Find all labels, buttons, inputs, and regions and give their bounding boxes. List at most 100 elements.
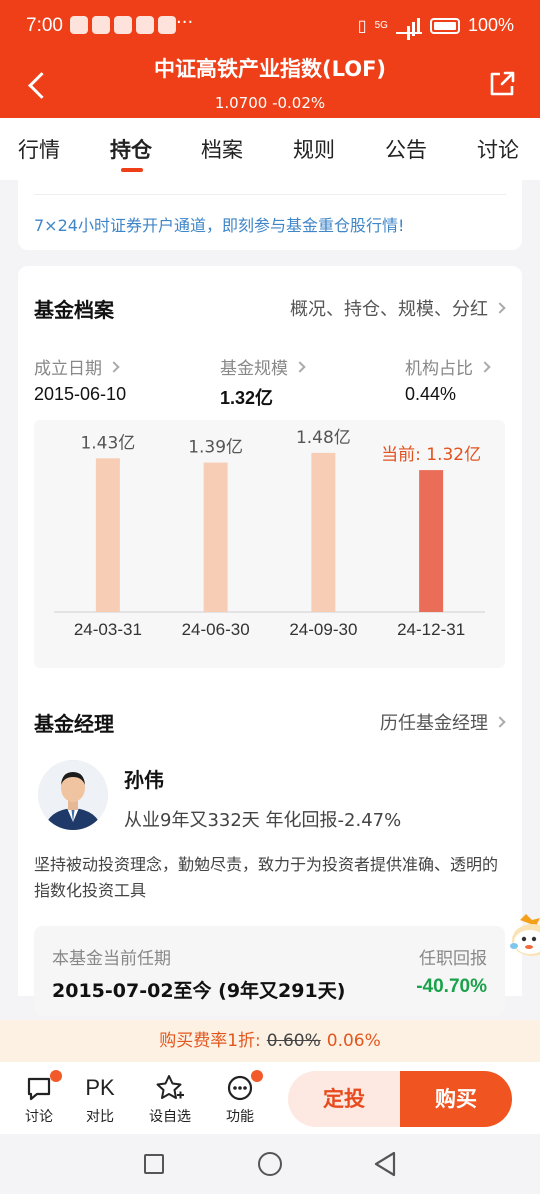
battery-percent: 100% <box>467 15 514 35</box>
share-button[interactable] <box>488 70 516 98</box>
star-plus-icon-wrap <box>145 1072 195 1104</box>
chevron-right-icon <box>294 361 306 373</box>
avatar-icon <box>38 760 108 830</box>
archive-title: 基金档案 <box>34 298 114 322</box>
chevron-right-icon <box>494 302 506 314</box>
stat-institution-label[interactable]: 机构占比 <box>405 354 491 379</box>
chat-icon <box>27 1077 51 1101</box>
more-icon <box>227 1075 253 1101</box>
tenure-return-value: -40.70% <box>416 976 487 997</box>
fee-discount-bar: 购买费率1折: 0.60% 0.06% <box>0 1020 540 1062</box>
active-tab-indicator <box>121 168 143 172</box>
chart-value-label: 1.48亿 <box>296 428 351 448</box>
status-bar: 7:00 ··· ▯ 5G 100% <box>0 0 540 52</box>
stat-institution-value: 0.44% <box>405 384 457 404</box>
archive-link-label: 概况、持仓、规模、分红 <box>290 299 488 320</box>
manager-tenure-box: 本基金当前任期 2015-07-02至今 (9年又291天) 任职回报 -40.… <box>34 926 505 1016</box>
buy-button[interactable]: 购买 <box>400 1071 512 1127</box>
chart-value-label: 1.43亿 <box>80 433 135 453</box>
divider <box>34 194 506 195</box>
manager-avatar[interactable] <box>38 760 108 830</box>
status-right: ▯ 5G 100% <box>358 15 514 36</box>
account-banner-card: 7×24小时证券开户通道，即刻参与基金重仓股行情! <box>18 180 522 250</box>
app-header: 7:00 ··· ▯ 5G 100% 中证高铁产业指数(LOF) 1.0700 … <box>0 0 540 118</box>
status-more: ··· <box>176 12 194 33</box>
chart-value-label: 当前: 1.32亿 <box>381 445 481 465</box>
stat-establish-value: 2015-06-10 <box>34 384 127 404</box>
tab-archive[interactable]: 档案 <box>201 134 243 164</box>
watchlist-label: 设自选 <box>149 1109 191 1125</box>
system-nav-bar <box>0 1134 540 1194</box>
weibo-notification-icon <box>136 16 154 34</box>
chevron-right-icon <box>479 361 491 373</box>
tenure-value: 2015-07-02至今 (9年又291天) <box>52 980 346 1002</box>
tab-quote[interactable]: 行情 <box>18 134 60 164</box>
fund-price-change: 1.0700 -0.02% <box>214 94 326 112</box>
more-icon-wrap <box>215 1070 265 1104</box>
notification-icons <box>70 16 176 34</box>
chevron-right-icon <box>494 716 506 728</box>
manager-experience: 从业9年又332天 年化回报-2.47% <box>124 810 402 831</box>
chevron-right-icon <box>108 361 120 373</box>
weibo-notification-icon <box>158 16 176 34</box>
mail-notification-icon <box>114 16 132 34</box>
weibo-notification-icon <box>70 16 88 34</box>
stat-establish-label[interactable]: 成立日期 <box>34 354 120 379</box>
chart-bar <box>419 470 444 612</box>
chat-icon-wrap <box>14 1070 64 1104</box>
chart-x-tick-label: 24-06-30 <box>182 620 250 639</box>
tenure-return-label: 任职回报 <box>419 949 487 969</box>
chart-x-tick-label: 24-12-31 <box>397 620 465 639</box>
stat-institution-text: 机构占比 <box>405 359 473 379</box>
chart-bar <box>95 458 120 612</box>
fee-prefix: 购买费率1折: <box>159 1031 261 1051</box>
auto-invest-button[interactable]: 定投 <box>288 1071 400 1127</box>
notification-dot <box>251 1070 263 1082</box>
tab-rules[interactable]: 规则 <box>293 134 335 164</box>
chart-x-tick-label: 24-09-30 <box>289 620 357 639</box>
compare-button[interactable]: PK 对比 <box>75 1072 125 1126</box>
vibrate-icon: ▯ <box>357 17 367 35</box>
network-label: 5G <box>374 20 388 31</box>
fund-title: 中证高铁产业指数(LOF) <box>153 57 387 81</box>
stat-establish-text: 成立日期 <box>34 359 102 379</box>
compare-label: 对比 <box>86 1109 114 1125</box>
stat-scale-label[interactable]: 基金规模 <box>220 354 306 379</box>
mascot-icon <box>510 914 540 956</box>
signal-icon <box>395 17 422 34</box>
account-banner-link[interactable]: 7×24小时证券开户通道，即刻参与基金重仓股行情! <box>34 212 404 236</box>
back-nav-icon[interactable] <box>372 1150 398 1178</box>
fund-scale-chart-svg: 1.43亿 24-03-31 1.39亿 24-06-30 1.48亿 24-09-30 当… <box>54 428 485 639</box>
functions-button[interactable]: 功能 <box>215 1070 265 1126</box>
stat-scale-value: 1.32亿 <box>220 388 274 408</box>
home-button[interactable] <box>258 1152 282 1176</box>
tab-discussion[interactable]: 讨论 <box>477 134 519 164</box>
battery-icon <box>429 17 460 34</box>
pk-icon: PK <box>85 1075 115 1100</box>
weibo-notification-icon <box>92 16 110 34</box>
discussion-button[interactable]: 讨论 <box>14 1070 64 1126</box>
floating-mascot[interactable] <box>506 912 540 964</box>
tab-bar: 行情 持仓 档案 规则 公告 讨论 <box>0 118 540 180</box>
fund-scale-chart: 1.43亿 24-03-31 1.39亿 24-06-30 1.48亿 24-09-30 当… <box>34 420 505 668</box>
tab-holdings[interactable]: 持仓 <box>110 134 152 164</box>
star-plus-icon <box>156 1075 184 1099</box>
fund-archive-card: 基金档案 概况、持仓、规模、分红 成立日期 2015-06-10 基金规模 1.… <box>18 266 522 1016</box>
add-watchlist-button[interactable]: 设自选 <box>145 1072 195 1126</box>
manager-history-link[interactable]: 历任基金经理 <box>380 709 506 735</box>
fee-discounted: 0.06% <box>326 1031 381 1051</box>
chart-value-label: 1.39亿 <box>188 438 243 458</box>
tenure-label: 本基金当前任期 <box>52 949 171 969</box>
chart-x-tick-label: 24-03-31 <box>74 620 142 639</box>
share-icon <box>490 71 515 96</box>
tab-announcements[interactable]: 公告 <box>385 134 427 164</box>
recent-apps-button[interactable] <box>144 1154 164 1174</box>
stat-scale-text: 基金规模 <box>220 359 288 379</box>
bottom-action-bar: 讨论 PK 对比 设自选 功能 定投 购买 <box>0 1062 540 1134</box>
archive-detail-link[interactable]: 概况、持仓、规模、分红 <box>290 295 506 321</box>
manager-name[interactable]: 孙伟 <box>124 764 164 793</box>
chart-bar <box>203 462 228 612</box>
manager-history-label: 历任基金经理 <box>380 713 488 734</box>
functions-label: 功能 <box>226 1109 254 1125</box>
notification-dot <box>50 1070 62 1082</box>
